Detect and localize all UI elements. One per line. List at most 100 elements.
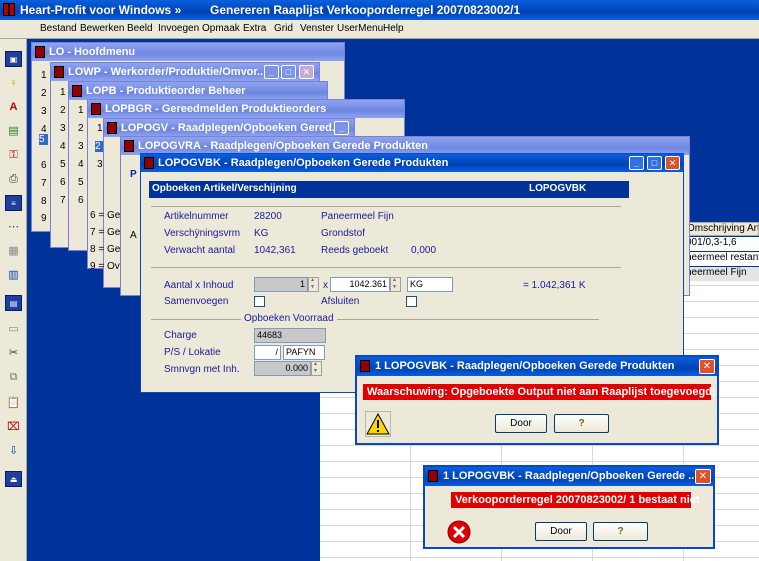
list-item[interactable]: 1 xyxy=(60,87,66,98)
menu-bewerken[interactable]: Bewerken xyxy=(80,23,124,34)
title-bar[interactable]: LOPOGV - Raadplegen/Opboeken Gered... _ xyxy=(104,119,354,137)
close-button[interactable]: ✕ xyxy=(699,359,715,374)
list-item[interactable]: 3 xyxy=(60,123,66,134)
panel-icon[interactable]: ▭ xyxy=(5,321,22,337)
delete-icon[interactable]: ⌧ xyxy=(5,419,22,435)
key-red-icon[interactable]: ⚿ xyxy=(5,147,22,163)
dialog-title-bar[interactable]: 1 LOPOGVBK - Raadplegen/Opboeken Gerede … xyxy=(357,357,717,376)
inhoud-stepper[interactable] xyxy=(390,277,401,292)
title-bar[interactable]: LOWP - Werkorder/Produktie/Omvor... _ □ … xyxy=(51,63,319,81)
menu-grid[interactable]: Grid xyxy=(274,23,293,34)
list-item[interactable]: 9 = Ov xyxy=(90,261,120,272)
help-button[interactable]: ? xyxy=(593,522,648,541)
list-icon[interactable]: ≡ xyxy=(5,195,22,211)
dialog-title-bar[interactable]: 1 LOPOGVBK - Raadplegen/Opboeken Gerede … xyxy=(425,467,713,486)
lokatie-input[interactable]: PAFYN xyxy=(283,345,325,360)
minimize-button[interactable]: _ xyxy=(334,121,349,135)
list-item[interactable]: 6 = Ge xyxy=(90,210,120,221)
menu-invoegen[interactable]: Invoegen xyxy=(158,23,199,34)
samenvoegen-checkbox[interactable] xyxy=(254,296,265,307)
list-item[interactable]: 1 xyxy=(41,70,47,81)
maximize-button[interactable]: □ xyxy=(647,156,662,170)
list-item[interactable]: 6 xyxy=(78,195,84,206)
copy-icon[interactable]: ⧉ xyxy=(5,369,22,385)
menu-usermenu[interactable]: UserMenu xyxy=(337,23,383,34)
grid-icon[interactable]: ▦ xyxy=(5,243,22,259)
close-button[interactable]: ✕ xyxy=(665,156,680,170)
report-icon[interactable]: ▤ xyxy=(5,295,22,311)
list-item[interactable]: 2 xyxy=(41,88,47,99)
menu-venster[interactable]: Venster xyxy=(300,23,334,34)
font-icon[interactable]: A xyxy=(5,99,22,115)
smnvgn-stepper[interactable] xyxy=(311,361,322,376)
menu-bestand[interactable]: Bestand xyxy=(40,23,77,34)
error-dialog[interactable]: 1 LOPOGVBK - Raadplegen/Opboeken Gerede … xyxy=(423,465,715,549)
list-item[interactable]: 1 xyxy=(78,105,84,116)
list-item[interactable]: 6 xyxy=(41,160,47,171)
list-item[interactable]: 2 xyxy=(78,123,84,134)
window-icon[interactable]: ▣ xyxy=(5,51,22,67)
key-icon[interactable]: ♀ xyxy=(5,75,22,91)
left-toolbar: ▣ ♀ A ▤ ⚿ ⎙ ≡ ⋯ ▦ ▥ ▤ ▭ ✂ ⧉ 📋 ⌧ ⇩ ⏏ xyxy=(0,39,27,561)
list-item[interactable]: 4 xyxy=(78,159,84,170)
divider xyxy=(151,267,621,268)
app-title[interactable]: Heart-Profit voor Windows » xyxy=(20,3,181,17)
grid-column-header[interactable]: Omschrijving Artik xyxy=(684,222,759,236)
afsluiten-checkbox[interactable] xyxy=(406,296,417,307)
warning-dialog[interactable]: 1 LOPOGVBK - Raadplegen/Opboeken Gerede … xyxy=(355,355,719,445)
cut-icon[interactable]: ✂ xyxy=(5,345,22,361)
list-item[interactable]: 4 xyxy=(60,141,66,152)
list-item[interactable]: 3 xyxy=(41,106,47,117)
form-icon[interactable]: ▥ xyxy=(5,267,22,283)
list-item[interactable]: 5 xyxy=(60,159,66,170)
app-logo-icon xyxy=(3,3,15,16)
list-item[interactable]: 7 xyxy=(41,178,47,189)
aantal-input[interactable]: 1 xyxy=(254,277,308,292)
aantal-stepper[interactable] xyxy=(308,277,319,292)
grid-cell[interactable]: 001/0,3-1,6 xyxy=(684,237,759,251)
charge-input[interactable]: 44683 xyxy=(254,328,326,343)
minimize-button[interactable]: _ xyxy=(629,156,644,170)
door-button[interactable]: Door xyxy=(535,522,587,541)
ps-lokatie-label: P/S / Lokatie xyxy=(164,347,221,358)
menu-beeld[interactable]: Beeld xyxy=(127,23,153,34)
list-item-selected[interactable]: 5 xyxy=(39,134,48,145)
dots-icon[interactable]: ⋯ xyxy=(5,219,22,235)
window-title: LOPOGV - Raadplegen/Opboeken Gered... xyxy=(121,122,342,134)
list-item[interactable]: 6 xyxy=(60,177,66,188)
inhoud-input[interactable]: 1042.361 xyxy=(330,277,390,292)
printer-icon[interactable]: ⎙ xyxy=(5,171,22,187)
title-bar[interactable]: LO - Hoofdmenu xyxy=(32,43,344,61)
grid-cell[interactable]: neermeel restanten xyxy=(684,252,759,266)
eenheid-input[interactable]: KG xyxy=(407,277,453,292)
import-icon[interactable]: ⇩ xyxy=(5,443,22,459)
title-bar[interactable]: LOPBGR - Gereedmelden Produktieorders xyxy=(88,100,404,118)
grid-cell[interactable]: neermeel Fijn xyxy=(684,267,759,281)
close-button[interactable]: ✕ xyxy=(695,469,711,484)
list-item[interactable]: 3 xyxy=(78,141,84,152)
maximize-button[interactable]: □ xyxy=(281,65,296,79)
list-item[interactable]: 1 xyxy=(97,123,103,134)
list-item[interactable]: 3 xyxy=(97,159,103,170)
door-button[interactable]: Door xyxy=(495,414,547,433)
help-button[interactable]: ? xyxy=(554,414,609,433)
list-item[interactable]: 7 xyxy=(60,195,66,206)
smnvgn-input[interactable]: 0.000 xyxy=(254,361,311,376)
calculator-icon[interactable]: ▤ xyxy=(5,123,22,139)
list-item[interactable]: 8 = Ge xyxy=(90,244,120,255)
exit-icon[interactable]: ⏏ xyxy=(5,471,22,487)
title-bar[interactable]: LOPB - Produktieorder Beheer xyxy=(69,82,327,100)
ps-input[interactable]: / xyxy=(254,345,281,360)
menu-extra[interactable]: Extra xyxy=(243,23,266,34)
paste-icon[interactable]: 📋 xyxy=(5,395,22,411)
list-item[interactable]: 9 xyxy=(41,213,47,224)
menu-opmaak[interactable]: Opmaak xyxy=(202,23,240,34)
list-item[interactable]: 7 = Ge xyxy=(90,227,120,238)
close-button[interactable]: ✕ xyxy=(299,65,314,79)
list-item[interactable]: 5 xyxy=(78,177,84,188)
list-item[interactable]: 2 xyxy=(60,105,66,116)
minimize-button[interactable]: _ xyxy=(264,65,279,79)
list-item[interactable]: 8 xyxy=(41,196,47,207)
title-bar[interactable]: LOPOGVBK - Raadplegen/Opboeken Gerede Pr… xyxy=(141,154,683,172)
menu-help[interactable]: Help xyxy=(383,23,404,34)
